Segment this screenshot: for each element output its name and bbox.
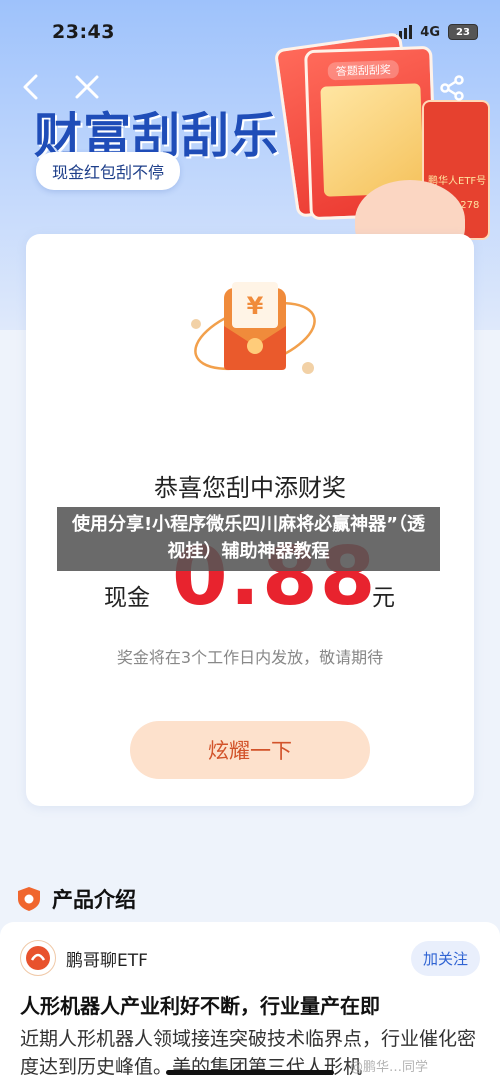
show-off-button[interactable]: 炫耀一下 [130,721,370,779]
payout-notice: 奖金将在3个工作日内发放，敬请期待 [116,648,384,667]
section-header: 产品介绍 [16,884,136,914]
red-envelope-icon: ¥ [191,282,316,374]
overlay-caption: 使用分享!小程序微乐四川麻将必赢神器”（透视挂）辅助神器教程 [57,507,440,571]
scratch-card-label: 答题刮刮奖 [327,59,400,81]
author-name[interactable]: 鹏哥聊ETF [66,946,148,971]
follow-button[interactable]: 加关注 [410,940,480,976]
congrats-text: 恭喜您刮中添财奖 [154,474,346,502]
amount-unit: 元 [372,585,395,611]
share-icon[interactable] [438,74,466,102]
amount-label: 现金 [104,585,150,611]
scratch-card-illustration: 答题刮刮奖 鹏华人ETF号码 SZ159278 [273,30,490,260]
product-shield-icon [18,887,40,911]
author-row: 鹏哥聊ETF 加关注 [20,938,480,978]
avatar[interactable] [20,940,56,976]
yuan-symbol: ¥ [247,292,264,320]
author-logo-icon [26,946,50,970]
banner-subtitle: 现金红包刮不停 [36,152,181,190]
home-indicator[interactable] [166,1070,334,1075]
article-title[interactable]: 人形机器人产业利好不断，行业量产在即 [20,990,380,1019]
status-time: 23:43 [52,21,115,43]
section-title: 产品介绍 [52,888,136,912]
watermark: @鹏华…同学 [350,1060,429,1075]
